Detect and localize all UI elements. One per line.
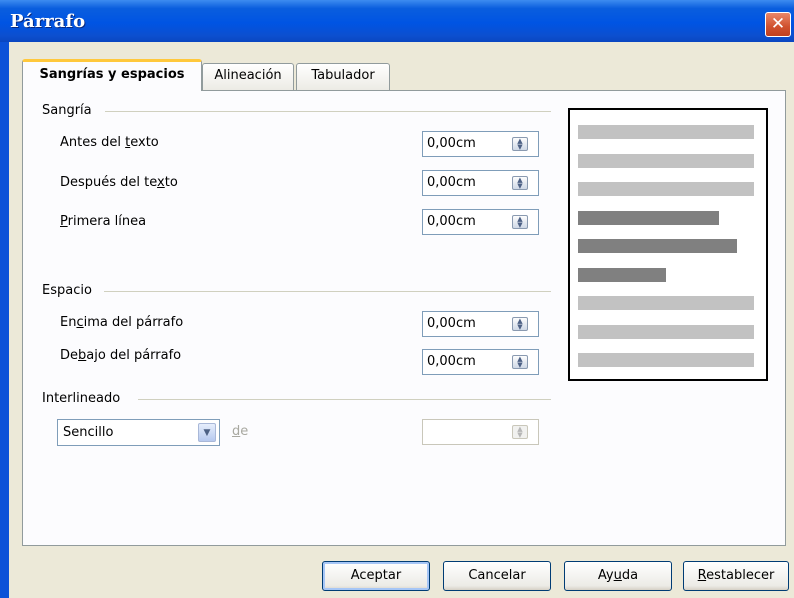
first-line-value: 0,00cm xyxy=(427,214,476,229)
ok-button[interactable]: Aceptar xyxy=(322,561,430,591)
first-line-label: Primera línea xyxy=(60,214,147,229)
preview-line xyxy=(578,239,737,253)
cancel-button[interactable]: Cancelar xyxy=(443,561,551,591)
spin-arrows-icon: ▲ ▼ xyxy=(512,425,528,439)
indent-section-label: Sangría xyxy=(42,103,92,118)
before-text-label: Antes del texto xyxy=(60,135,159,150)
before-text-value: 0,00cm xyxy=(427,136,476,151)
indent-separator xyxy=(105,111,551,112)
help-button[interactable]: Ayuda xyxy=(564,561,672,591)
spin-arrows-icon[interactable]: ▲ ▼ xyxy=(512,355,528,369)
reset-button[interactable]: Restablecer xyxy=(683,561,789,591)
window-left-border xyxy=(0,42,9,598)
close-button[interactable]: ✕ xyxy=(765,12,791,37)
title-bar[interactable]: Párrafo ✕ xyxy=(0,0,794,42)
below-paragraph-value: 0,00cm xyxy=(427,354,476,369)
above-paragraph-label: Encima del párrafo xyxy=(60,315,184,330)
preview-line xyxy=(578,324,754,339)
paragraph-preview xyxy=(568,108,768,381)
close-icon: ✕ xyxy=(770,14,786,34)
first-line-field[interactable]: 0,00cm ▲ ▼ xyxy=(422,209,539,235)
above-paragraph-field[interactable]: 0,00cm ▲ ▼ xyxy=(422,311,539,337)
tab-indents-spacing[interactable]: Sangrías y espacios xyxy=(22,59,202,91)
preview-line xyxy=(578,267,666,282)
line-spacing-value: Sencillo xyxy=(63,425,114,440)
before-text-field[interactable]: 0,00cm ▲ ▼ xyxy=(422,131,539,157)
spin-arrows-icon[interactable]: ▲ ▼ xyxy=(512,215,528,229)
spin-arrows-icon[interactable]: ▲ ▼ xyxy=(512,176,528,190)
line-spacing-section-label: Interlineado xyxy=(42,391,121,406)
preview-line xyxy=(578,353,754,367)
preview-line xyxy=(578,210,719,225)
above-paragraph-value: 0,00cm xyxy=(427,316,476,331)
after-text-value: 0,00cm xyxy=(427,175,476,190)
chevron-down-icon[interactable]: ▼ xyxy=(198,423,216,442)
tab-alignment[interactable]: Alineación xyxy=(202,63,294,90)
below-paragraph-label: Debajo del párrafo xyxy=(60,348,182,363)
preview-line xyxy=(578,182,754,196)
below-paragraph-field[interactable]: 0,00cm ▲ ▼ xyxy=(422,349,539,375)
after-text-label: Después del texto xyxy=(60,175,178,190)
line-spacing-of-field: ▲ ▼ xyxy=(422,419,539,445)
preview-line xyxy=(578,125,754,139)
line-spacing-select[interactable]: Sencillo ▼ xyxy=(57,419,220,446)
window-title: Párrafo xyxy=(10,11,86,32)
tab-tabs[interactable]: Tabulador xyxy=(296,63,390,90)
preview-line xyxy=(578,296,754,310)
spin-arrows-icon[interactable]: ▲ ▼ xyxy=(512,137,528,151)
spacing-section-label: Espacio xyxy=(42,283,92,298)
spacing-separator xyxy=(104,291,551,292)
spin-arrows-icon[interactable]: ▲ ▼ xyxy=(512,317,528,331)
paragraph-dialog: Párrafo ✕ Sangrías y espacios Alineación… xyxy=(0,0,794,598)
line-spacing-separator xyxy=(138,399,551,400)
preview-line xyxy=(578,153,754,168)
of-label: de xyxy=(232,424,249,439)
after-text-field[interactable]: 0,00cm ▲ ▼ xyxy=(422,170,539,196)
